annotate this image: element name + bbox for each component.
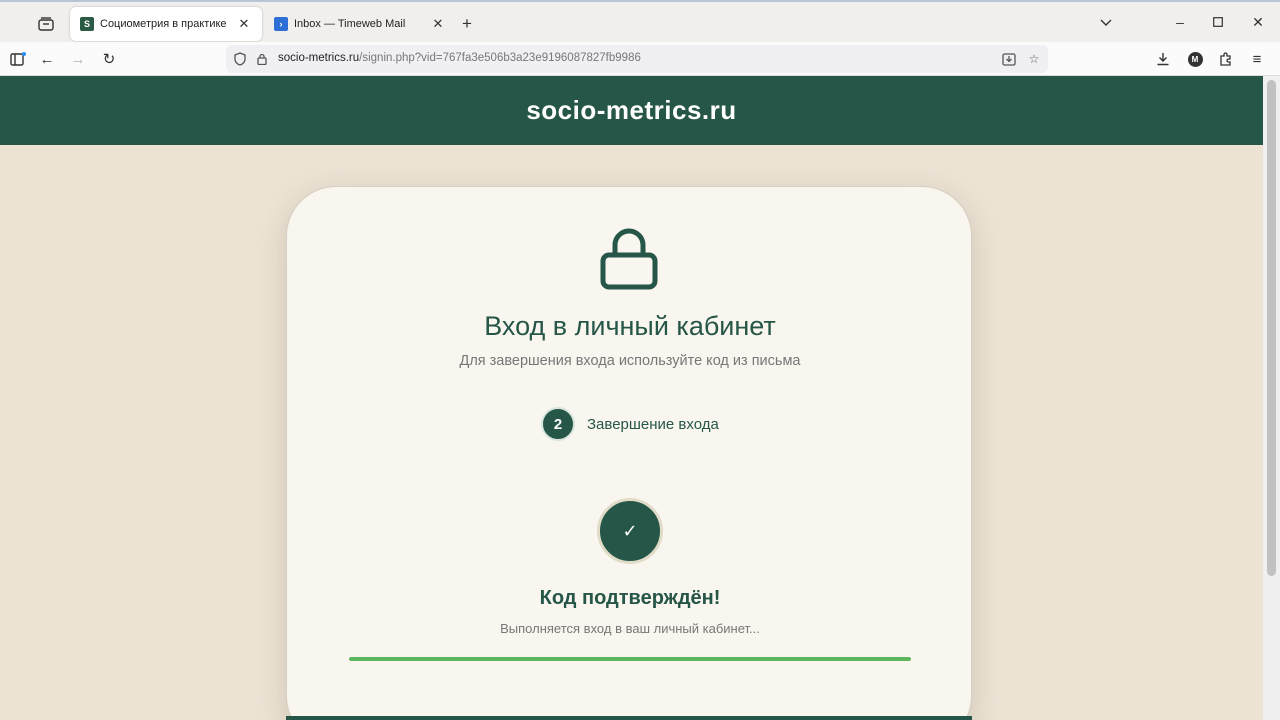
site-header: socio-metrics.ru [0,76,1263,145]
tab-overview-icon[interactable] [34,12,58,36]
site-title[interactable]: socio-metrics.ru [526,95,736,126]
page-scrollbar[interactable] [1263,76,1280,720]
account-initial: M [1187,51,1203,67]
url-text[interactable]: socio-metrics.ru/signin.php?vid=767fa3e5… [278,52,641,64]
shield-icon[interactable] [232,50,248,68]
account-avatar-icon[interactable]: M [1185,49,1205,69]
step-number-badge: 2 [541,407,575,441]
reload-icon[interactable]: ↻ [99,49,119,69]
timeweb-favicon-icon: › [274,17,288,31]
tab-list-chevron-icon[interactable] [1097,14,1115,30]
card-bottom-edge [286,716,972,720]
address-bar[interactable]: socio-metrics.ru/signin.php?vid=767fa3e5… [226,45,1048,73]
minimize-icon[interactable]: – [1171,14,1189,30]
tab-sociometry[interactable]: S Социометрия в практике ✕ [70,7,262,41]
url-host: socio-metrics.ru [278,52,360,64]
downloads-icon[interactable] [1153,49,1173,69]
back-icon[interactable]: ← [37,49,57,69]
login-card: Вход в личный кабинет Для завершения вхо… [286,186,972,720]
close-tab-icon[interactable]: ✕ [430,16,446,32]
navigation-bar: ← → ↻ socio-metrics.ru/signin.php?vid=76… [0,42,1280,76]
tab-inbox[interactable]: › Inbox — Timeweb Mail ✕ [264,7,456,41]
progress-fill [349,657,911,661]
extensions-icon[interactable] [1216,49,1236,69]
scrollbar-thumb[interactable] [1267,80,1276,576]
sidebar-icon[interactable] [8,49,28,69]
login-subtitle: Для завершения входа используйте код из … [459,353,801,369]
checkmark-icon: ✓ [597,498,663,564]
login-title: Вход в личный кабинет [484,311,776,341]
tab-title: Социометрия в практике [100,18,227,30]
url-path: /signin.php?vid=767fa3e506b3a23e91960878… [359,52,641,64]
lock-icon[interactable] [254,50,270,68]
padlock-icon [599,225,659,291]
step-indicator: 2 Завершение входа [541,407,719,441]
reader-view-icon[interactable] [1001,50,1017,68]
success-title: Код подтверждён! [539,587,721,609]
login-progress-bar [349,657,911,661]
sociometry-favicon-icon: S [80,17,94,31]
maximize-icon[interactable] [1209,14,1227,30]
forward-icon[interactable]: → [68,49,88,69]
close-window-icon[interactable]: ✕ [1249,14,1267,31]
bookmark-star-icon[interactable]: ☆ [1026,50,1042,68]
tab-bar: S Социометрия в практике ✕ › Inbox — Tim… [0,0,1280,42]
new-tab-icon[interactable]: + [462,14,472,34]
menu-hamburger-icon[interactable]: ≡ [1247,49,1267,69]
success-subtitle: Выполняется вход в ваш личный кабинет... [500,621,760,636]
tab-title: Inbox — Timeweb Mail [294,18,406,30]
close-tab-icon[interactable]: ✕ [236,16,252,32]
step-label: Завершение входа [587,415,719,433]
